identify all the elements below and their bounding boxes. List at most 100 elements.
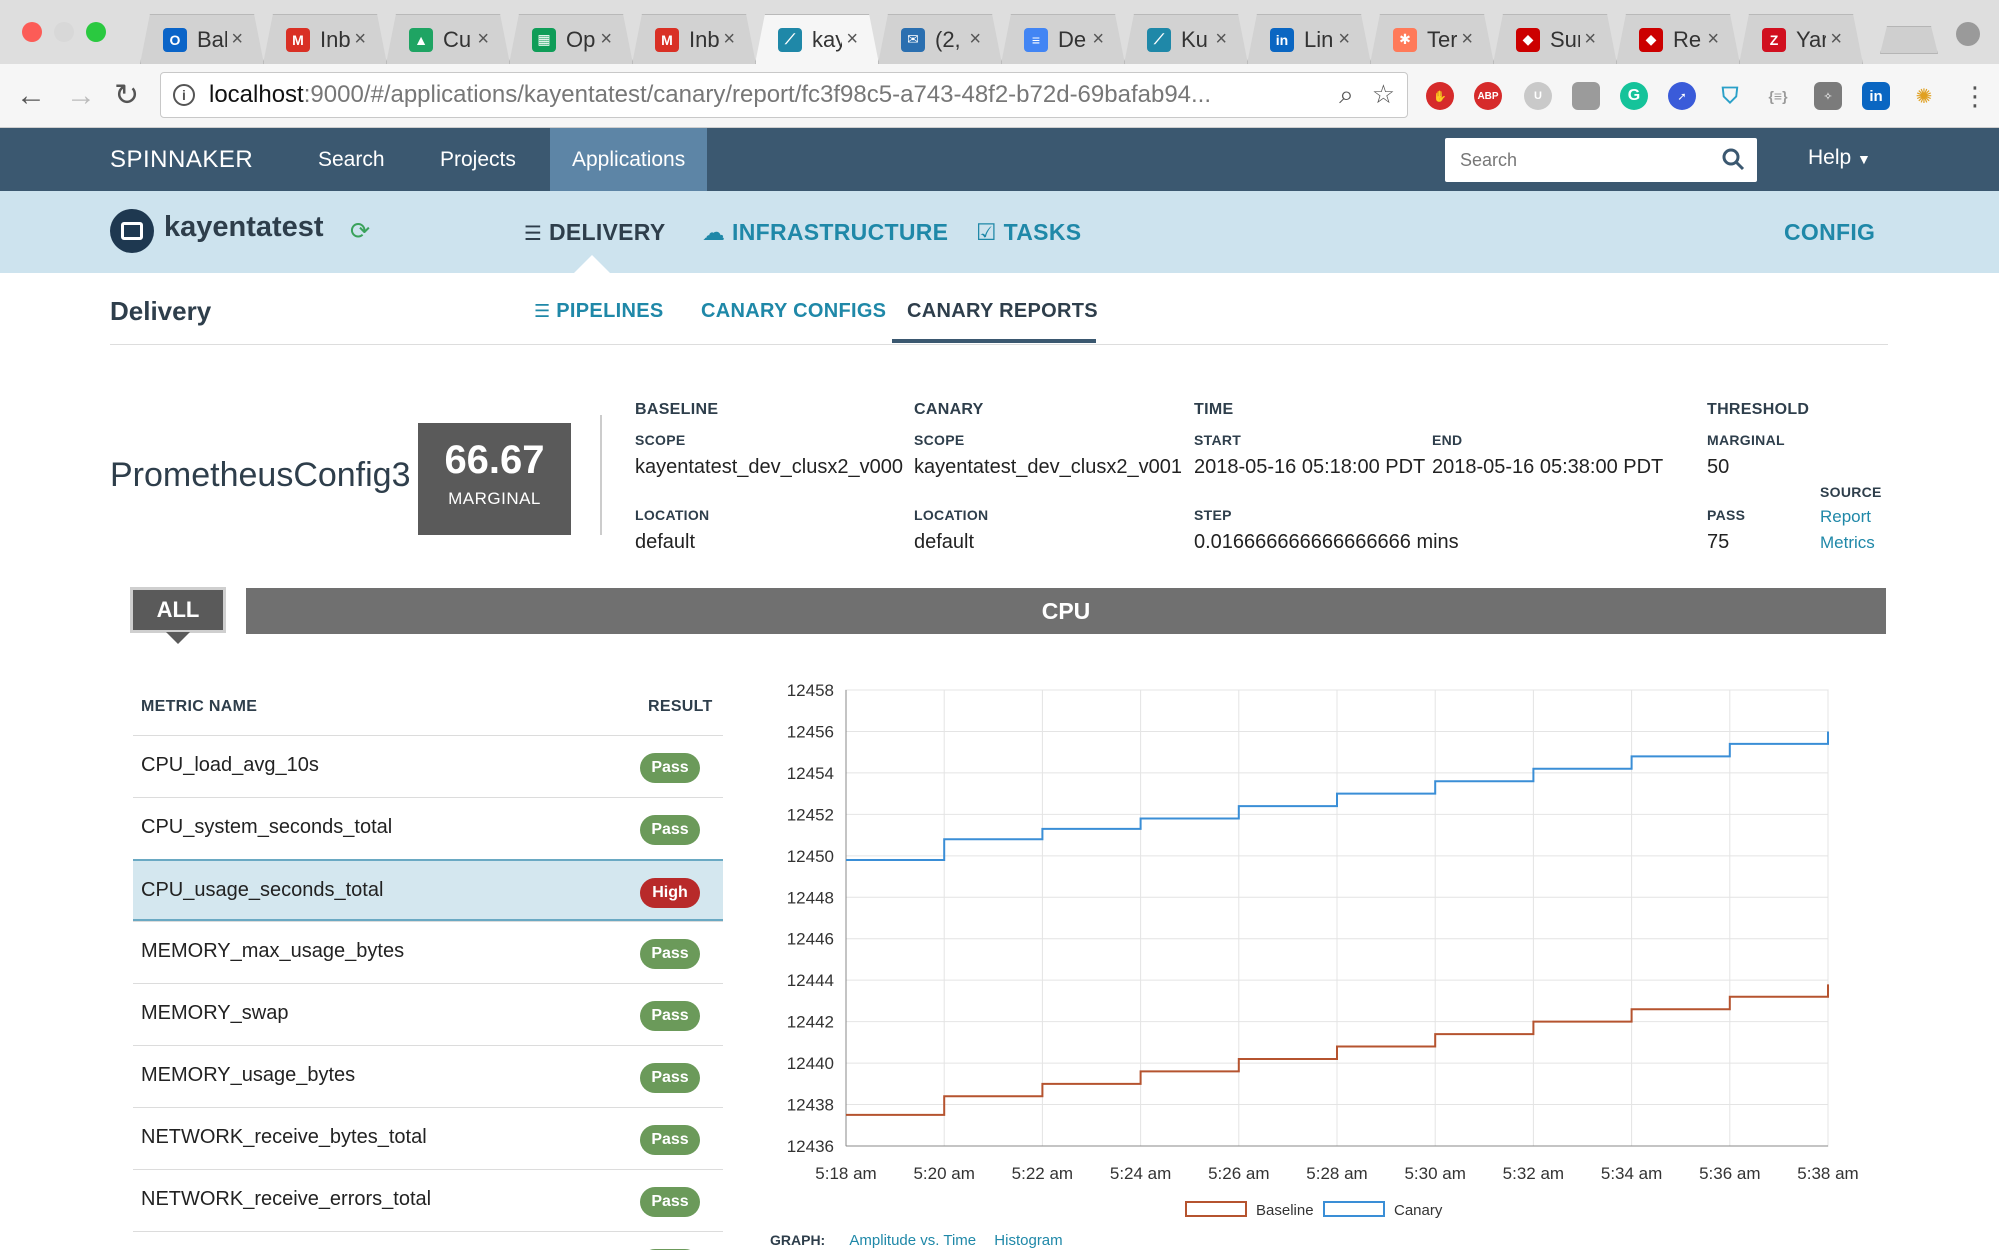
- tab-infrastructure[interactable]: ☁ INFRASTRUCTURE: [702, 219, 948, 246]
- close-tab-icon[interactable]: ×: [354, 28, 366, 51]
- browser-tab[interactable]: ⟋ Ku ×: [1124, 14, 1248, 64]
- adblock-icon[interactable]: ABP: [1474, 82, 1502, 110]
- browser-tab[interactable]: O Bal ×: [140, 14, 264, 64]
- close-window-button[interactable]: [22, 22, 42, 42]
- close-tab-icon[interactable]: ×: [1707, 28, 1719, 51]
- browser-tab[interactable]: M Inb ×: [632, 14, 756, 64]
- extension-rocket-icon[interactable]: ➚: [1668, 82, 1696, 110]
- json-viewer-icon[interactable]: {≡}: [1764, 82, 1792, 110]
- result-badge: Pass: [640, 1125, 700, 1155]
- group-cpu-bar[interactable]: CPU: [246, 588, 1886, 634]
- address-bar[interactable]: i localhost:9000/#/applications/kayentat…: [160, 72, 1408, 118]
- close-tab-icon[interactable]: ×: [600, 28, 612, 51]
- browser-tab[interactable]: ✉ (2, ×: [878, 14, 1002, 64]
- yarn-icon: Z: [1762, 27, 1786, 52]
- y-tick-label: 12440: [787, 1054, 834, 1073]
- grammarly-icon[interactable]: G: [1620, 82, 1648, 110]
- nav-search[interactable]: Search: [296, 128, 407, 191]
- close-tab-icon[interactable]: ×: [969, 28, 981, 51]
- spinnaker-logo[interactable]: SPINNAKER: [110, 146, 253, 174]
- y-tick-label: 12452: [787, 805, 834, 824]
- table-row[interactable]: MEMORY_max_usage_bytes Pass: [133, 921, 723, 983]
- table-row[interactable]: NETWORK_receive_errors_total Pass: [133, 1169, 723, 1231]
- forward-icon[interactable]: →: [66, 78, 96, 114]
- extension-lighthouse-icon[interactable]: ✺: [1910, 82, 1938, 110]
- x-tick-label: 5:18 am: [815, 1164, 876, 1183]
- close-tab-icon[interactable]: ×: [1584, 28, 1596, 51]
- profile-icon[interactable]: [1956, 22, 1980, 46]
- close-tab-icon[interactable]: ×: [477, 28, 489, 51]
- bookmark-star-icon[interactable]: ☆: [1372, 79, 1395, 111]
- extension-shield-icon[interactable]: ⛉: [1716, 82, 1744, 110]
- new-tab-button[interactable]: [1880, 26, 1938, 54]
- source-metrics-link[interactable]: Metrics: [1820, 533, 1875, 553]
- close-tab-icon[interactable]: ×: [1830, 28, 1842, 51]
- maximize-window-button[interactable]: [86, 22, 106, 42]
- help-menu[interactable]: Help ▼: [1808, 146, 1871, 170]
- browser-tab[interactable]: ▦ Op ×: [509, 14, 633, 64]
- reload-icon[interactable]: ↻: [114, 78, 139, 114]
- browser-tab[interactable]: ◆ Sur×: [1493, 14, 1617, 64]
- global-search-input[interactable]: Search: [1445, 138, 1757, 182]
- minimize-window-button[interactable]: [54, 22, 74, 42]
- extension-stop-icon[interactable]: ✋: [1426, 82, 1454, 110]
- menu-kebab-icon[interactable]: ⋮: [1962, 78, 1988, 114]
- mail-icon: ✉: [901, 27, 925, 52]
- y-tick-label: 12450: [787, 847, 834, 866]
- table-row[interactable]: CPU_usage_seconds_total High: [133, 859, 723, 921]
- table-row[interactable]: MEMORY_swap Pass: [133, 983, 723, 1045]
- table-row[interactable]: NETWORK_receive_bytes_total Pass: [133, 1107, 723, 1169]
- extension-square-icon[interactable]: [1572, 82, 1600, 110]
- close-tab-icon[interactable]: ×: [723, 28, 735, 51]
- close-tab-icon[interactable]: ×: [1215, 28, 1227, 51]
- amplitude-chart: 12458 12456 12454 12452 12450 12448 12446 12444…: [787, 681, 1859, 1219]
- subtab-canary-configs[interactable]: CANARY CONFIGS: [701, 300, 886, 323]
- site-info-icon[interactable]: i: [173, 84, 195, 106]
- browser-tab-title: kay: [812, 26, 842, 52]
- browser-tab[interactable]: ≡ De ×: [1001, 14, 1125, 64]
- close-tab-icon[interactable]: ×: [231, 28, 243, 51]
- extension-u-icon[interactable]: U: [1524, 82, 1552, 110]
- browser-tab[interactable]: in Lin ×: [1247, 14, 1371, 64]
- x-tick-label: 5:22 am: [1012, 1164, 1073, 1183]
- linkedin-extension-icon[interactable]: in: [1862, 82, 1890, 110]
- tab-config[interactable]: CONFIG: [1784, 219, 1875, 246]
- x-tick-label: 5:26 am: [1208, 1164, 1269, 1183]
- close-tab-icon[interactable]: ×: [1461, 28, 1473, 51]
- close-tab-icon[interactable]: ×: [1092, 28, 1104, 51]
- browser-tab[interactable]: M Inb ×: [263, 14, 387, 64]
- extension-puzzle-icon[interactable]: ✧: [1814, 82, 1842, 110]
- table-row[interactable]: CPU_system_seconds_total Pass: [133, 797, 723, 859]
- browser-tab[interactable]: Z Yar ×: [1739, 14, 1863, 64]
- graph-histogram-link[interactable]: Histogram: [994, 1232, 1062, 1249]
- browser-tab[interactable]: ⟋ kay ×: [755, 14, 879, 64]
- table-row[interactable]: MEMORY_usage_bytes Pass: [133, 1045, 723, 1107]
- close-tab-icon[interactable]: ×: [846, 28, 858, 51]
- table-row[interactable]: CPU_load_avg_10s Pass: [133, 735, 723, 797]
- tab-delivery[interactable]: ☰ DELIVERY: [524, 219, 666, 246]
- browser-tab[interactable]: ◆ Re ×: [1616, 14, 1740, 64]
- back-icon[interactable]: ←: [16, 78, 46, 114]
- checkbox-icon: ☑: [976, 219, 997, 245]
- result-badge: High: [640, 878, 700, 908]
- result-badge: Pass: [640, 939, 700, 969]
- group-all-button[interactable]: ALL: [130, 587, 226, 633]
- subtab-canary-reports[interactable]: CANARY REPORTS: [907, 300, 1098, 323]
- table-row[interactable]: NETWORK_transmit_bytes_totalPass: [133, 1231, 723, 1250]
- active-tab-caret: [574, 255, 610, 273]
- spinnaker-header: SPINNAKER Search Projects Applications S…: [0, 128, 1999, 191]
- graph-label: GRAPH:: [770, 1232, 826, 1248]
- close-tab-icon[interactable]: ×: [1338, 28, 1350, 51]
- zoom-icon[interactable]: ⌕: [1339, 79, 1354, 111]
- search-icon[interactable]: [1721, 147, 1745, 171]
- browser-tab[interactable]: ▲ Cu ×: [386, 14, 510, 64]
- source-report-link[interactable]: Report: [1820, 507, 1871, 527]
- graph-amplitude-link[interactable]: Amplitude vs. Time: [849, 1232, 976, 1249]
- browser-tab[interactable]: ✱ Ter ×: [1370, 14, 1494, 64]
- x-tick-label: 5:32 am: [1503, 1164, 1564, 1183]
- subtab-pipelines[interactable]: ☰ PIPELINES: [534, 300, 663, 323]
- nav-projects[interactable]: Projects: [418, 128, 538, 191]
- tab-tasks[interactable]: ☑ TASKS: [976, 219, 1081, 246]
- nav-applications[interactable]: Applications: [550, 128, 708, 191]
- refresh-icon[interactable]: ⟳: [350, 217, 370, 246]
